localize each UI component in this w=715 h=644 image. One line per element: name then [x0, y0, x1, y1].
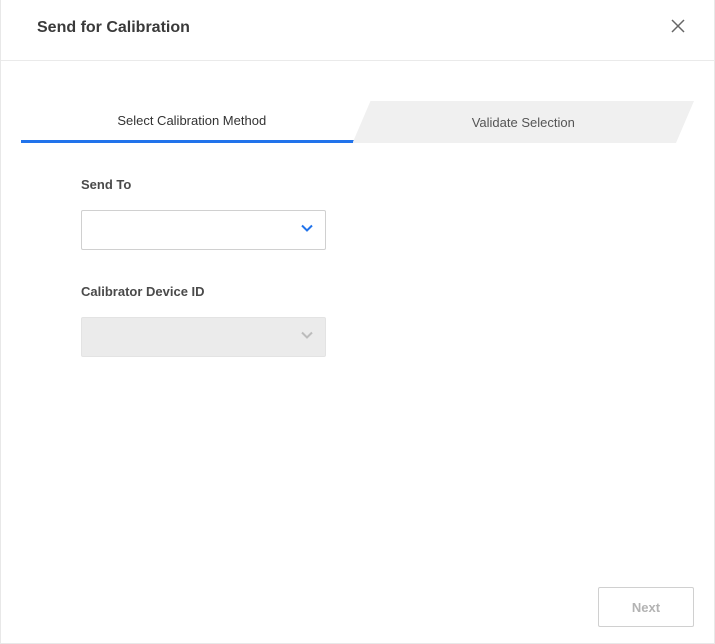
device-id-label: Calibrator Device ID — [81, 284, 714, 299]
modal-footer: Next — [598, 587, 694, 627]
step-validate-selection[interactable]: Validate Selection — [353, 101, 695, 143]
step-label: Validate Selection — [472, 115, 575, 130]
step-select-method[interactable]: Select Calibration Method — [21, 101, 363, 143]
device-id-select — [81, 317, 326, 357]
send-calibration-modal: Send for Calibration Select Calibration … — [0, 0, 715, 644]
send-to-label: Send To — [81, 177, 714, 192]
close-icon — [670, 18, 686, 39]
close-button[interactable] — [666, 16, 690, 40]
device-id-group: Calibrator Device ID — [81, 284, 714, 357]
next-button[interactable]: Next — [598, 587, 694, 627]
form-area: Send To Calibrator Device ID — [1, 143, 714, 357]
send-to-group: Send To — [81, 177, 714, 250]
device-id-select-wrap — [81, 317, 326, 357]
modal-header: Send for Calibration — [1, 0, 714, 61]
send-to-select[interactable] — [81, 210, 326, 250]
step-label: Select Calibration Method — [117, 113, 266, 128]
send-to-select-wrap — [81, 210, 326, 250]
next-button-label: Next — [632, 600, 660, 615]
modal-title: Send for Calibration — [37, 19, 666, 37]
wizard-steps: Select Calibration Method Validate Selec… — [21, 101, 694, 143]
